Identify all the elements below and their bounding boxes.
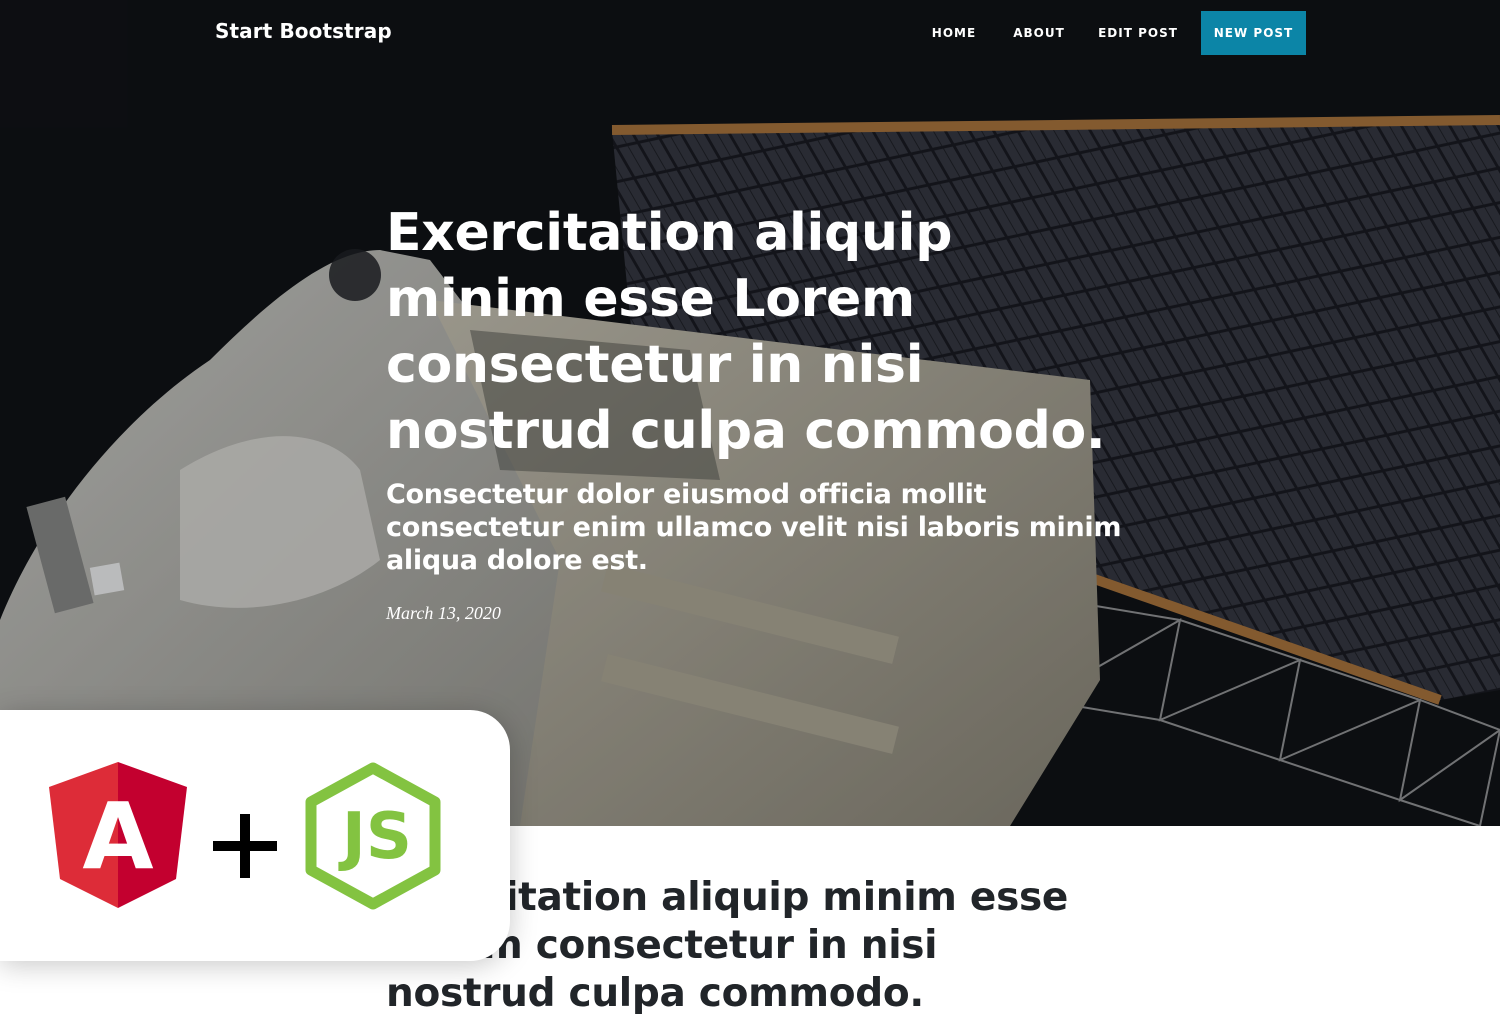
- main-navbar: Start Bootstrap HOME ABOUT EDIT POST NEW…: [0, 0, 1500, 66]
- logo-card: A JS: [0, 710, 510, 961]
- node-js-text: JS: [338, 800, 412, 874]
- hero-header: Start Bootstrap HOME ABOUT EDIT POST NEW…: [0, 0, 1500, 826]
- brand-link[interactable]: Start Bootstrap: [215, 19, 392, 43]
- nav-home-link[interactable]: HOME: [921, 11, 987, 55]
- nodejs-logo-icon: JS: [305, 762, 441, 910]
- nav-new-post-button[interactable]: NEW POST: [1201, 11, 1306, 55]
- nav-about-link[interactable]: ABOUT: [1003, 11, 1075, 55]
- angular-logo-icon: A: [49, 762, 187, 908]
- nav-edit-post-link[interactable]: EDIT POST: [1089, 11, 1187, 55]
- post-heading: Exercitation aliquip minim esse Lorem co…: [386, 200, 1126, 577]
- post-subtitle: Consectetur dolor eiusmod officia mollit…: [386, 479, 1122, 576]
- plus-icon: [213, 814, 277, 878]
- angular-letter: A: [82, 783, 153, 890]
- post-title: Exercitation aliquip minim esse Lorem co…: [386, 203, 1106, 461]
- post-date: March 13, 2020: [386, 603, 501, 623]
